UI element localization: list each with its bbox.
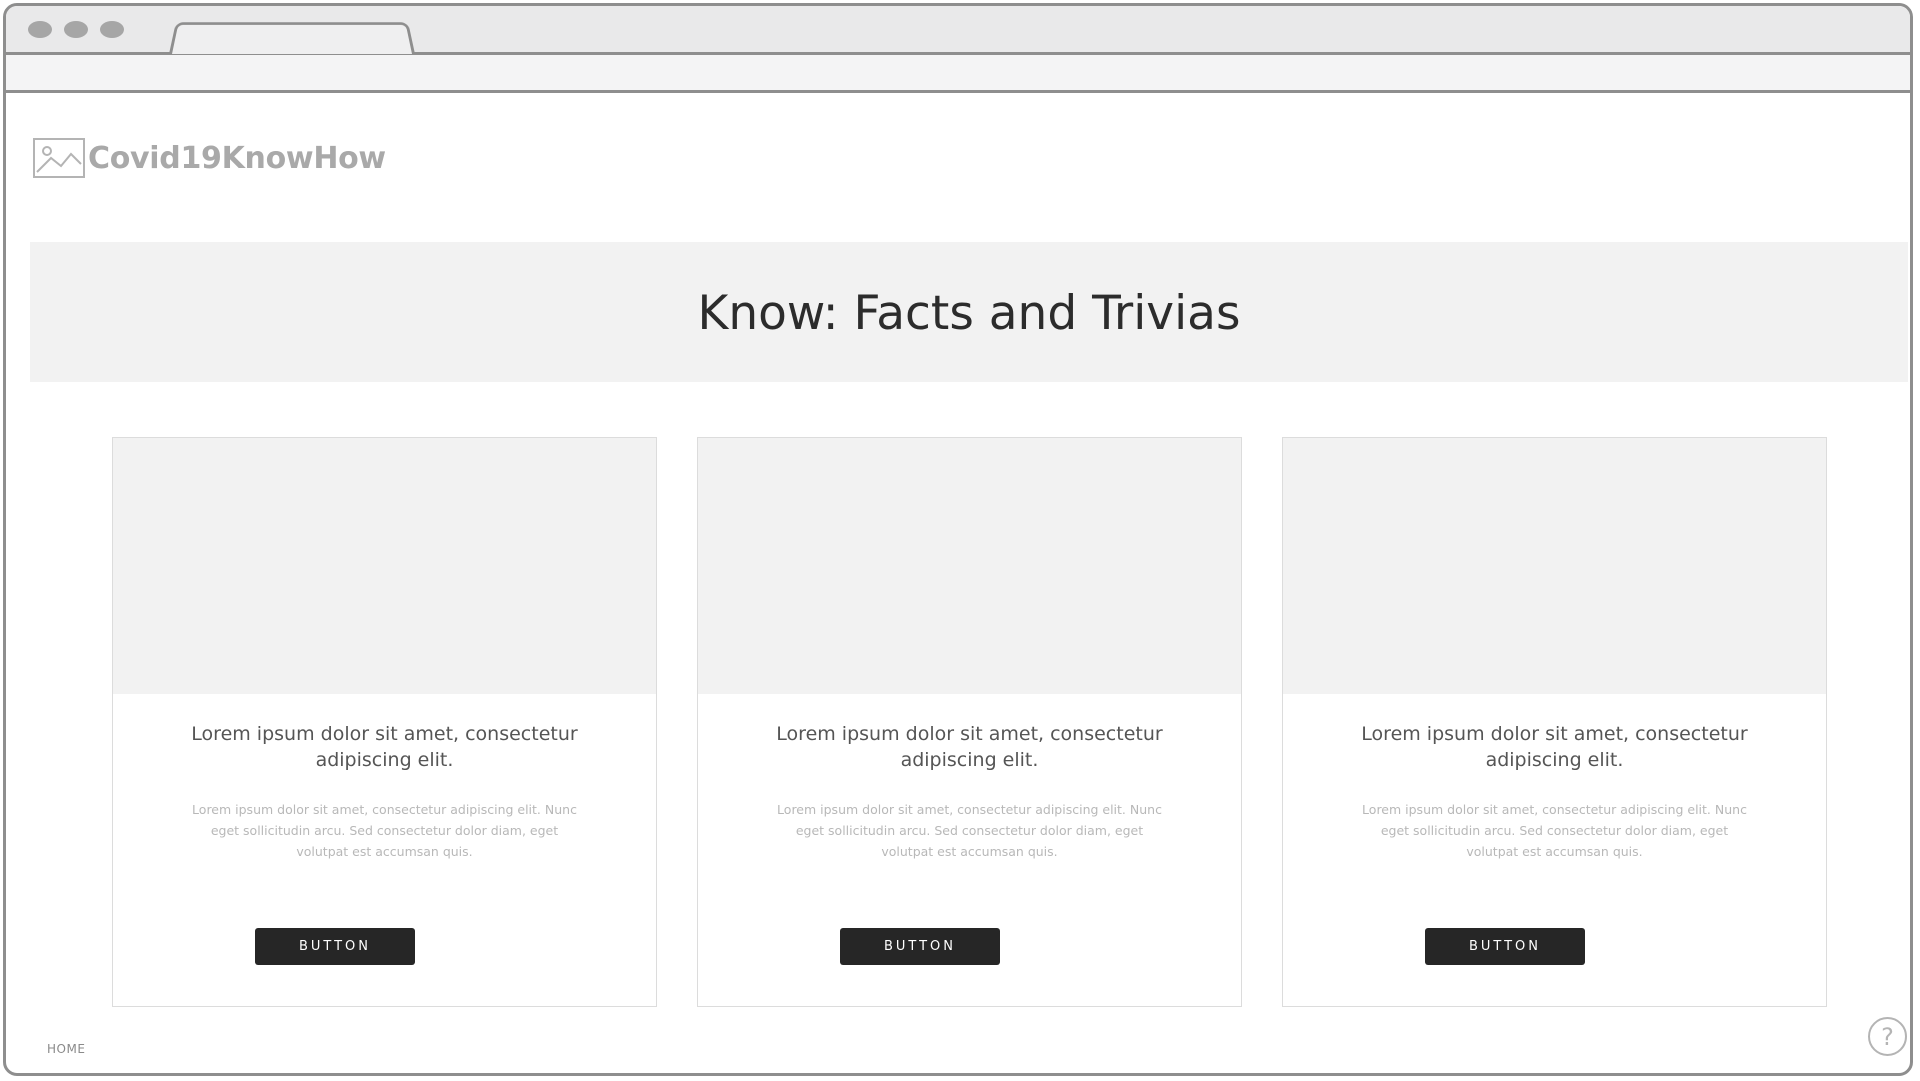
card-description: Lorem ipsum dolor sit amet, consectetur … [777,802,1162,859]
card-1: Lorem ipsum dolor sit amet, consectetur … [112,437,657,1007]
window-maximize-dot[interactable] [100,21,124,38]
window-minimize-dot[interactable] [64,21,88,38]
card-description: Lorem ipsum dolor sit amet, consectetur … [1362,802,1747,859]
hero-banner: Know: Facts and Trivias [30,242,1908,382]
browser-titlebar [6,6,1910,55]
card-button[interactable]: BUTTON [255,928,415,965]
help-icon[interactable]: ? [1868,1017,1907,1056]
footer-home-link[interactable]: HOME [47,1042,85,1056]
card-title: Lorem ipsum dolor sit amet, consectetur … [191,723,578,771]
page-title: Know: Facts and Trivias [697,285,1241,341]
card-description: Lorem ipsum dolor sit amet, consectetur … [192,802,577,859]
browser-window: Covid19KnowHow Know: Facts and Trivias L… [3,3,1913,1076]
address-bar[interactable] [6,55,1910,93]
site-name: Covid19KnowHow [88,140,386,176]
card-image-placeholder [113,438,656,694]
card-2: Lorem ipsum dolor sit amet, consectetur … [697,437,1242,1007]
page-content: Covid19KnowHow Know: Facts and Trivias L… [6,93,1910,1073]
browser-tab[interactable] [169,22,415,54]
card-button[interactable]: BUTTON [840,928,1000,965]
card-button[interactable]: BUTTON [1425,928,1585,965]
card-image-placeholder [1283,438,1826,694]
window-close-dot[interactable] [28,21,52,38]
card-image-placeholder [698,438,1241,694]
image-placeholder-icon [33,138,85,178]
card-title: Lorem ipsum dolor sit amet, consectetur … [776,723,1163,771]
card-title: Lorem ipsum dolor sit amet, consectetur … [1361,723,1748,771]
site-logo[interactable]: Covid19KnowHow [33,138,386,178]
card-3: Lorem ipsum dolor sit amet, consectetur … [1282,437,1827,1007]
